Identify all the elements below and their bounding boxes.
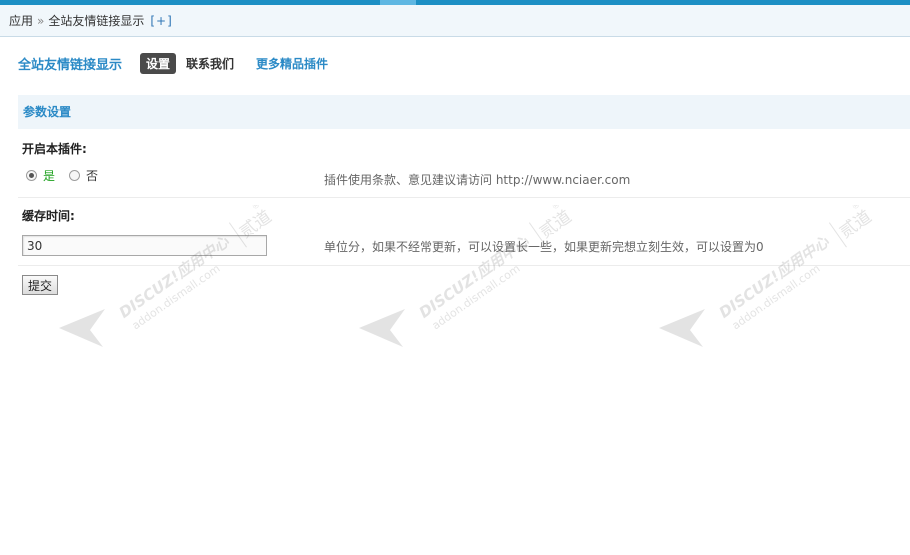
watermark: DISCUZ!应用中心 addon.dismall.com 贰道 ® xyxy=(655,200,885,355)
radio-no[interactable] xyxy=(69,170,81,181)
radio-yes-label[interactable]: 是 xyxy=(43,167,55,184)
cache-time-hint: 单位分，如果不经常更新，可以设置长一些，如果更新完想立刻生效，可以设置为0 xyxy=(324,240,764,254)
tab-contact[interactable]: 联系我们 xyxy=(186,55,234,72)
breadcrumb-current: 全站友情链接显示 xyxy=(48,14,145,28)
section-title: 参数设置 xyxy=(18,95,910,129)
watermark: DISCUZ!应用中心 addon.dismall.com 贰道 ® xyxy=(355,200,585,355)
watermark-registered: ® xyxy=(550,205,562,212)
watermark: DISCUZ!应用中心 addon.dismall.com 贰道 ® xyxy=(55,200,285,355)
watermark-arrow-icon xyxy=(659,309,705,347)
plugin-header: 全站友情链接显示 设置 联系我们 更多精品插件 xyxy=(18,52,350,74)
enable-plugin-radio-group: 是 否 xyxy=(26,167,98,184)
cache-time-input[interactable] xyxy=(22,235,267,256)
radio-yes[interactable] xyxy=(26,170,37,181)
page-title[interactable]: 全站友情链接显示 xyxy=(18,54,122,73)
tab-settings[interactable]: 设置 xyxy=(140,52,177,74)
watermark-domain: addon.dismall.com xyxy=(430,262,523,332)
watermark-domain: addon.dismall.com xyxy=(130,262,223,332)
cache-time-label: 缓存时间: xyxy=(22,209,75,223)
enable-plugin-label: 开启本插件: xyxy=(22,142,87,156)
breadcrumb: 应用 » 全站友情链接显示 [+] xyxy=(0,5,910,37)
divider xyxy=(18,197,910,198)
enable-plugin-hint: 插件使用条款、意见建议请访问 http://www.nciaer.com xyxy=(324,173,631,187)
watermark-arrow-icon xyxy=(59,309,105,347)
watermark-graphic: DISCUZ!应用中心 addon.dismall.com 贰道 ® xyxy=(59,200,276,347)
radio-no-label[interactable]: 否 xyxy=(86,167,98,184)
watermark-graphic: DISCUZ!应用中心 addon.dismall.com 贰道 ® xyxy=(359,200,576,347)
breadcrumb-root[interactable]: 应用 xyxy=(9,14,33,28)
divider xyxy=(18,265,910,266)
watermark-arrow-icon xyxy=(359,309,405,347)
tab-more-plugins[interactable]: 更多精品插件 xyxy=(256,55,328,72)
watermark-domain: addon.dismall.com xyxy=(730,262,823,332)
add-shortcut-link[interactable]: [+] xyxy=(150,14,172,28)
breadcrumb-separator: » xyxy=(37,14,45,28)
watermark-registered: ® xyxy=(250,205,262,212)
watermark-graphic: DISCUZ!应用中心 addon.dismall.com 贰道 ® xyxy=(659,200,876,347)
watermark-registered: ® xyxy=(850,205,862,212)
submit-button[interactable]: 提交 xyxy=(22,275,59,295)
watermark-mark: 贰道 xyxy=(836,207,875,243)
